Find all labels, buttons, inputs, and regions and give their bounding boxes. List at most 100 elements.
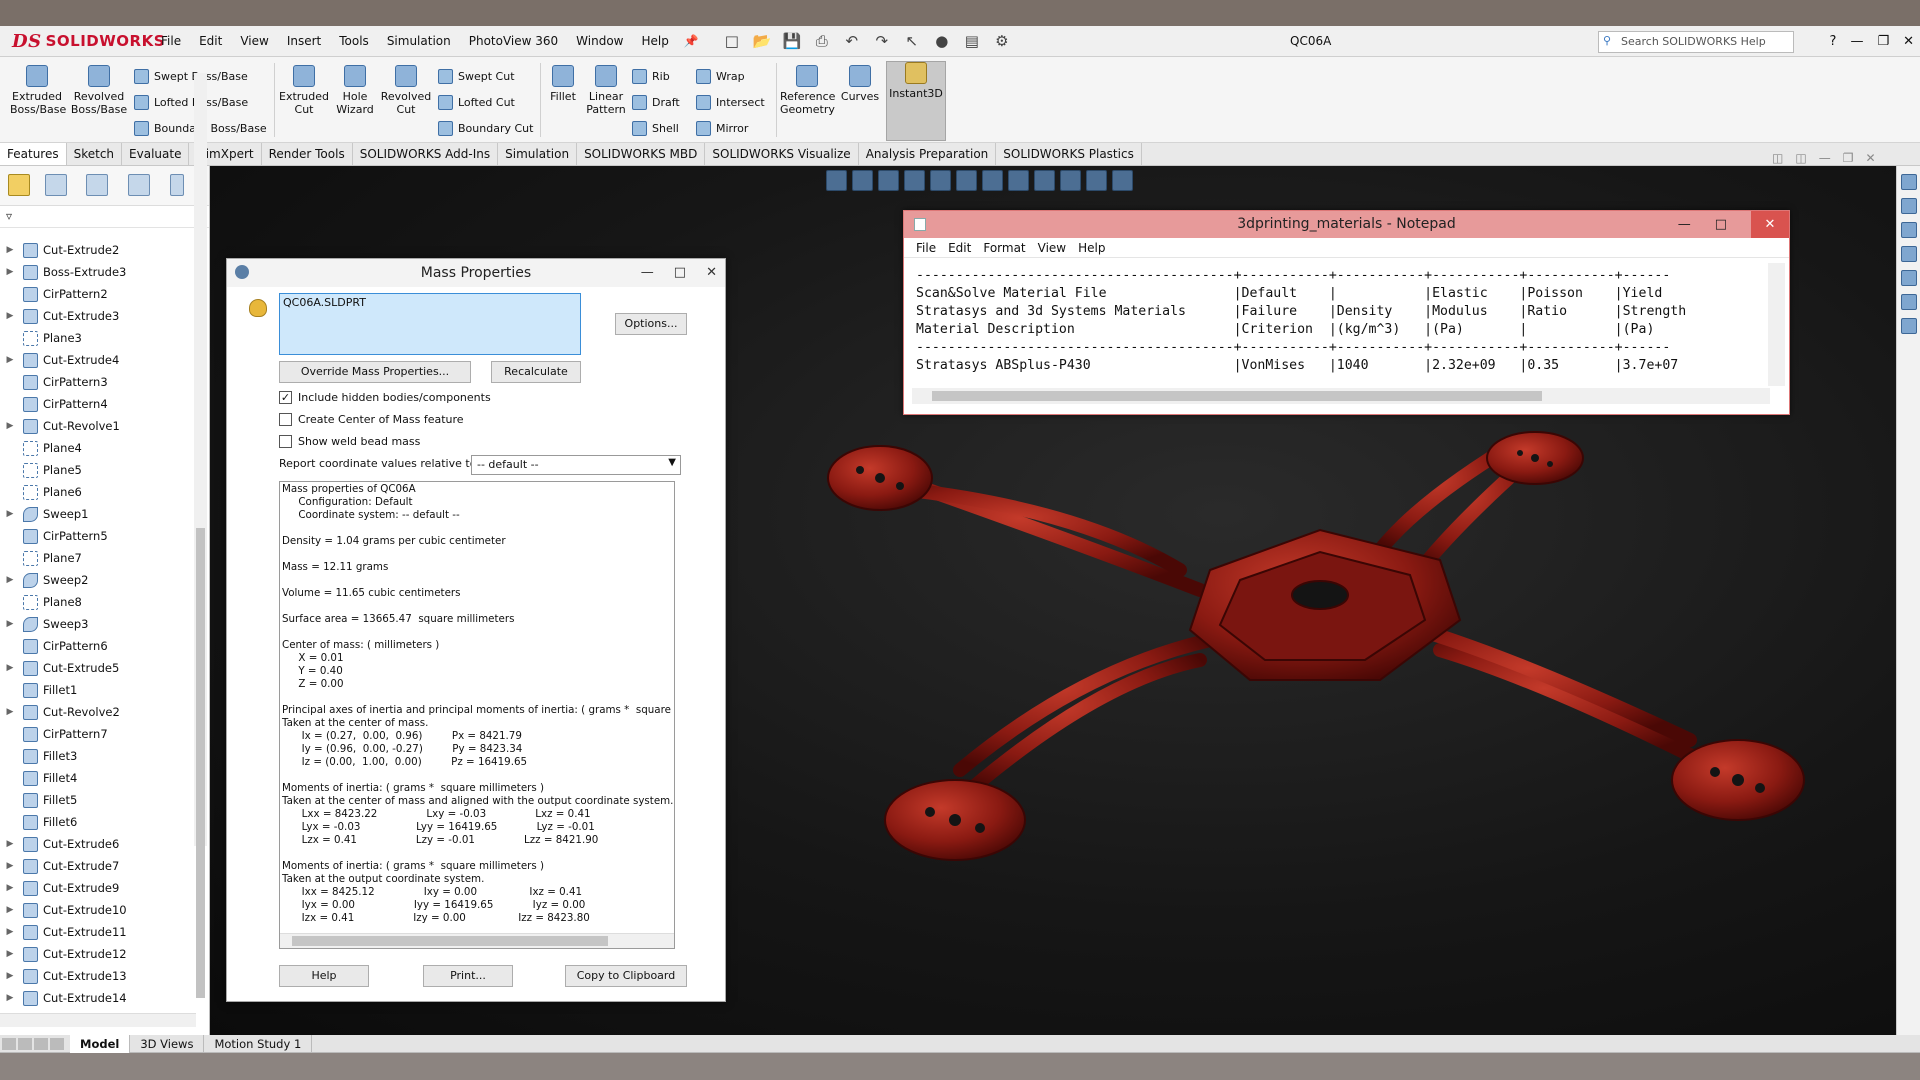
select-icon[interactable]: ↖ (899, 32, 925, 50)
undo-icon[interactable]: ↶ (839, 32, 865, 50)
hole-wizard-button[interactable]: Hole Wizard (334, 65, 376, 116)
menu-window[interactable]: Window (567, 26, 632, 57)
tab-solidworks-plastics[interactable]: SOLIDWORKS Plastics (996, 143, 1142, 165)
zoom-to-fit-icon[interactable] (826, 170, 847, 191)
first-tab-icon[interactable] (2, 1037, 16, 1050)
tree-item[interactable]: ▶ Sweep3 (0, 613, 196, 635)
expand-arrow-icon[interactable]: ▶ (3, 619, 17, 629)
lofted-cut-button[interactable]: Lofted Cut (438, 95, 515, 110)
tab-sketch[interactable]: Sketch (67, 143, 123, 165)
tree-item[interactable]: Plane6 (0, 481, 196, 503)
tab-evaluate[interactable]: Evaluate (122, 143, 190, 165)
viewport-minimize-icon[interactable]: — (1819, 151, 1831, 165)
output-scroll-thumb[interactable] (292, 936, 608, 946)
tab-solidworks-add-ins[interactable]: SOLIDWORKS Add-Ins (353, 143, 499, 165)
swept-cut-button[interactable]: Swept Cut (438, 69, 515, 84)
options-button[interactable]: Options... (615, 313, 687, 335)
boundary-cut-button[interactable]: Boundary Cut (438, 121, 533, 136)
expand-arrow-icon[interactable]: ▶ (3, 949, 17, 959)
notepad-vscrollbar[interactable] (1768, 263, 1785, 386)
expand-arrow-icon[interactable]: ▶ (3, 311, 17, 321)
dialog-maximize-icon[interactable]: □ (674, 259, 686, 287)
forum-icon[interactable] (1900, 318, 1917, 334)
tab-simulation[interactable]: Simulation (498, 143, 578, 165)
tile-right-icon[interactable]: ◫ (1795, 151, 1806, 165)
expand-arrow-icon[interactable]: ▶ (3, 839, 17, 849)
tab-solidworks-visualize[interactable]: SOLIDWORKS Visualize (705, 143, 859, 165)
lofted-boss-button[interactable]: Lofted Boss/Base (134, 95, 248, 110)
options-gear-icon[interactable]: ⚙ (989, 32, 1015, 50)
tree-item[interactable]: ▶ Cut-Extrude6 (0, 833, 196, 855)
menu-help[interactable]: Help (633, 26, 678, 57)
tree-item[interactable]: ▶ Cut-Extrude12 (0, 943, 196, 965)
view-palette-icon[interactable] (1900, 246, 1917, 262)
dialog-close-icon[interactable]: ✕ (706, 259, 717, 287)
new-document-icon[interactable]: □ (719, 32, 745, 50)
expand-arrow-icon[interactable]: ▶ (3, 883, 17, 893)
tree-item[interactable]: ▶ Cut-Extrude2 (0, 239, 196, 261)
notepad-text-area[interactable]: ----------------------------------------… (912, 263, 1772, 383)
menu-photoview-360[interactable]: PhotoView 360 (460, 26, 567, 57)
last-tab-icon[interactable] (50, 1037, 64, 1050)
solidworks-logo[interactable]: DS SOLIDWORKS (0, 26, 165, 57)
zoom-to-area-icon[interactable] (852, 170, 873, 191)
expand-arrow-icon[interactable]: ▶ (3, 509, 17, 519)
restore-icon[interactable]: ❐ (1877, 26, 1889, 57)
edit-appearance-icon[interactable] (1034, 170, 1055, 191)
mirror-button[interactable]: Mirror (696, 121, 748, 136)
rib-button[interactable]: Rib (632, 69, 670, 84)
tree-item[interactable]: Fillet5 (0, 789, 196, 811)
save-icon[interactable]: 💾 (779, 32, 805, 50)
instant3d-button[interactable]: Instant3D (886, 61, 946, 141)
tree-item[interactable]: ▶ Cut-Extrude9 (0, 877, 196, 899)
feature-tree-hscrollbar[interactable] (0, 1013, 196, 1027)
minimize-icon[interactable]: — (1850, 26, 1863, 57)
tree-item[interactable]: ▶ Cut-Extrude3 (0, 305, 196, 327)
notepad-menu-file[interactable]: File (910, 238, 942, 257)
notepad-menu-edit[interactable]: Edit (942, 238, 977, 257)
bottom-tab-motion-study-1[interactable]: Motion Study 1 (204, 1034, 313, 1053)
help-search-input[interactable]: ⚲ Search SOLIDWORKS Help (1598, 31, 1794, 53)
expand-arrow-icon[interactable]: ▶ (3, 245, 17, 255)
tree-item[interactable]: ▶ Cut-Extrude4 (0, 349, 196, 371)
notepad-scroll-thumb[interactable] (932, 391, 1542, 401)
mass-properties-output[interactable]: Mass properties of QC06A Configuration: … (279, 481, 675, 949)
swept-boss-button[interactable]: Swept Boss/Base (134, 69, 248, 84)
rebuild-icon[interactable]: ● (929, 32, 955, 50)
tree-item[interactable]: ▶ Cut-Extrude7 (0, 855, 196, 877)
tile-left-icon[interactable]: ◫ (1772, 151, 1783, 165)
part-model[interactable] (820, 420, 1900, 940)
viewport-restore-icon[interactable]: ❐ (1843, 151, 1854, 165)
tab-solidworks-mbd[interactable]: SOLIDWORKS MBD (577, 143, 706, 165)
tree-item[interactable]: Plane8 (0, 591, 196, 613)
hide-show-items-icon[interactable] (1008, 170, 1029, 191)
feature-manager-tab-icon[interactable] (8, 174, 30, 196)
tree-item[interactable]: Fillet1 (0, 679, 196, 701)
tree-item[interactable]: CirPattern2 (0, 283, 196, 305)
fillet-button[interactable]: Fillet (544, 65, 582, 103)
notepad-hscrollbar[interactable] (912, 388, 1770, 404)
expand-arrow-icon[interactable]: ▶ (3, 267, 17, 277)
tree-item[interactable]: ▶ Boss-Extrude3 (0, 261, 196, 283)
close-icon[interactable]: ✕ (1903, 26, 1914, 57)
tab-features[interactable]: Features (0, 143, 67, 165)
solidworks-resources-icon[interactable] (1900, 174, 1917, 190)
tab-analysis-preparation[interactable]: Analysis Preparation (859, 143, 997, 165)
tree-item[interactable]: ▶ Cut-Extrude11 (0, 921, 196, 943)
print-icon[interactable]: ⎙ (809, 32, 835, 50)
menu-insert[interactable]: Insert (278, 26, 330, 57)
expand-arrow-icon[interactable]: ▶ (3, 971, 17, 981)
help-button[interactable]: Help (279, 965, 369, 987)
revolved-cut-button[interactable]: Revolved Cut (380, 65, 432, 116)
display-manager-tab-icon[interactable] (170, 174, 184, 196)
reference-geometry-button[interactable]: Reference Geometry (780, 65, 835, 116)
notepad-minimize-icon[interactable]: — (1678, 211, 1691, 238)
extruded-boss-button[interactable]: Extruded Boss/Base (10, 65, 66, 116)
tree-item[interactable]: ▶ Cut-Revolve1 (0, 415, 196, 437)
shell-button[interactable]: Shell (632, 121, 679, 136)
help-icon[interactable]: ? (1830, 26, 1837, 57)
section-view-icon[interactable] (904, 170, 925, 191)
menu-edit[interactable]: Edit (190, 26, 231, 57)
viewport-close-icon[interactable]: ✕ (1865, 151, 1875, 165)
tree-item[interactable]: ▶ Cut-Extrude14 (0, 987, 196, 1009)
